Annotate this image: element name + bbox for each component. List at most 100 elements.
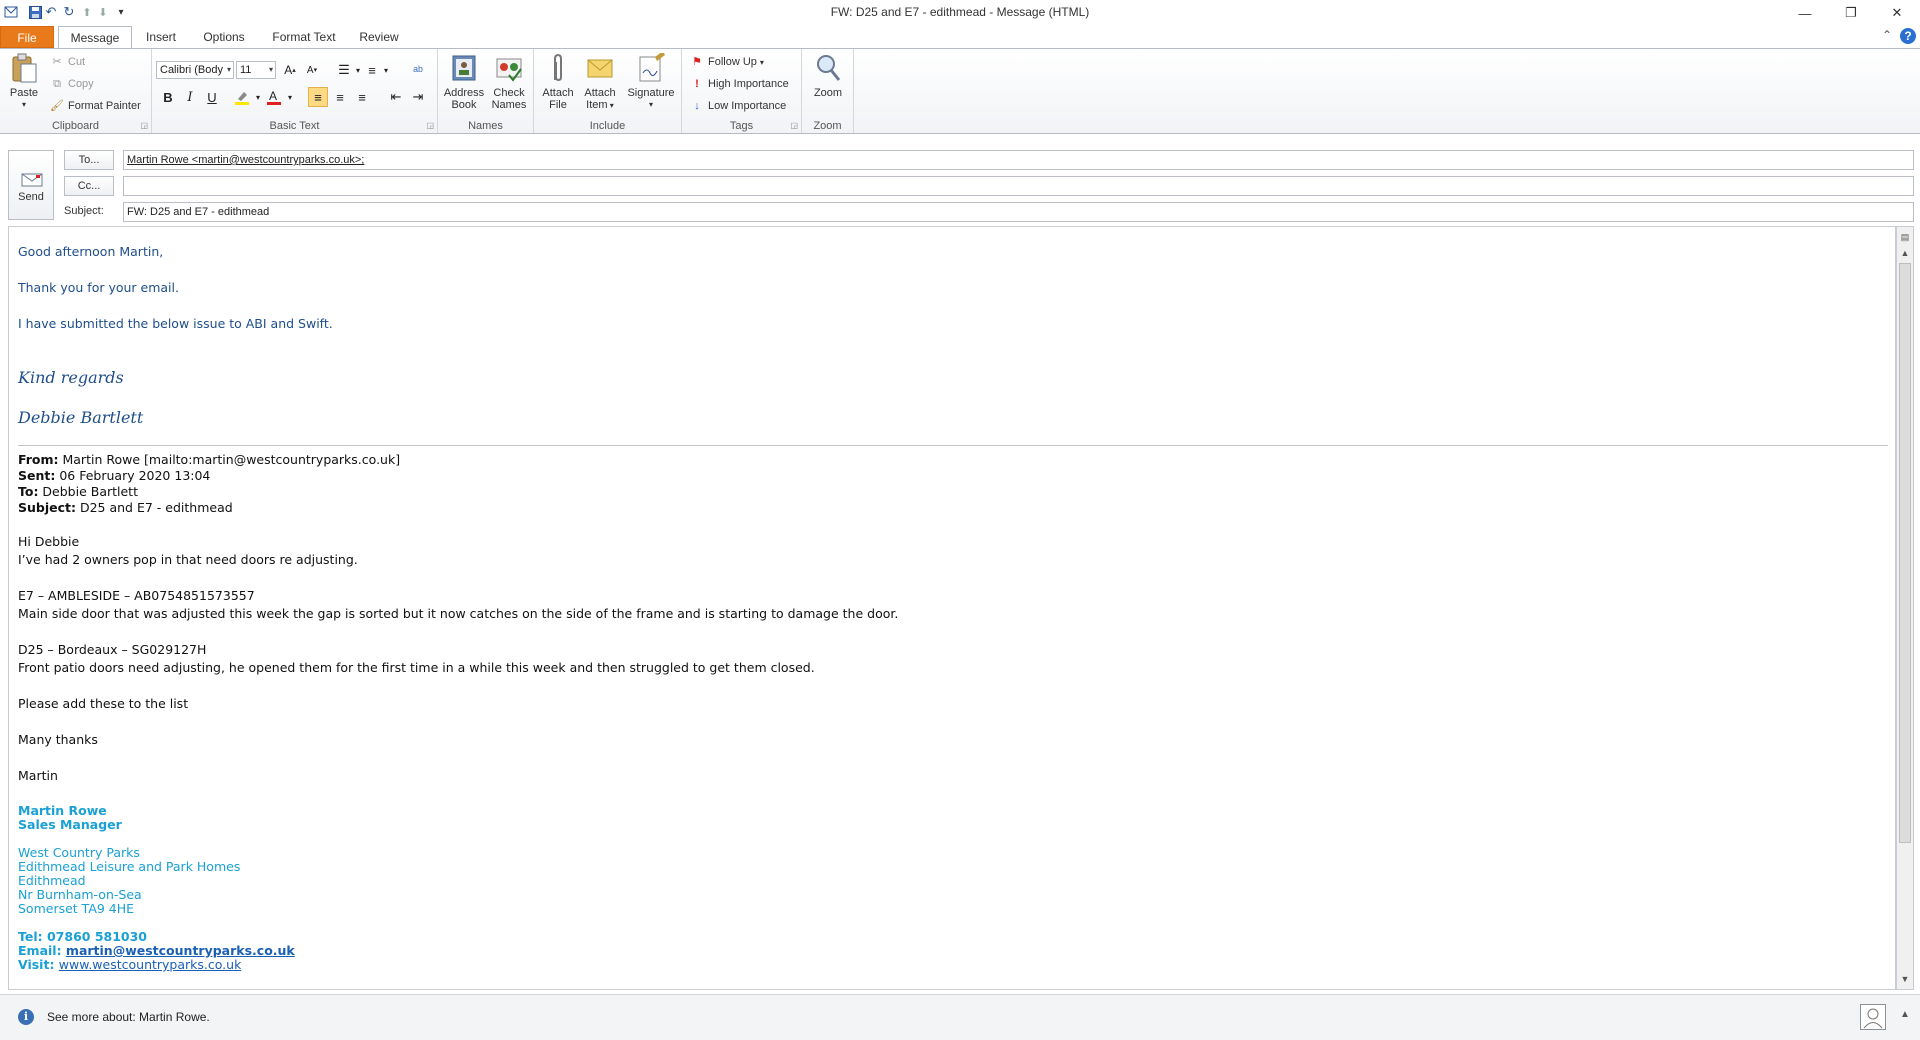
numbering-dropdown-icon[interactable]: ▾ (376, 60, 396, 80)
minimize-button[interactable]: — (1782, 0, 1828, 26)
martin-line: Martin (18, 768, 58, 783)
d25-title-line: D25 – Bordeaux – SG029127H (18, 642, 207, 657)
minimize-ribbon-icon[interactable]: ⌃ (1882, 28, 1892, 42)
scroll-thumb[interactable] (1899, 263, 1911, 843)
chevron-down-icon: ▾ (759, 57, 764, 67)
to-recipient[interactable]: Martin Rowe <martin@westcountryparks.co.… (127, 154, 364, 166)
attach-item-button[interactable]: Attach Item ▾ (580, 53, 620, 112)
help-icon[interactable]: ? (1900, 28, 1916, 44)
sender-name-line: Debbie Bartlett (18, 408, 144, 427)
copy-button[interactable]: ⧉ Copy (50, 75, 94, 93)
tags-launcher-icon[interactable]: ◲ (790, 121, 798, 130)
email-link[interactable]: martin@westcountryparks.co.uk (66, 943, 295, 958)
title-bar: ↶ ↻ ⬆ ⬇ ▾ FW: D25 and E7 - edithmead - M… (0, 0, 1920, 26)
address-book-button[interactable]: Address Book (442, 53, 486, 111)
email-label: Email: (18, 943, 66, 958)
cc-button[interactable]: Cc... (64, 176, 114, 196)
zoom-button[interactable]: Zoom (808, 53, 848, 99)
shrink-font-icon[interactable]: A ▾ (302, 60, 322, 80)
signature-park: Edithmead Leisure and Park Homes (18, 859, 241, 874)
to-field[interactable]: Martin Rowe <martin@westcountryparks.co.… (123, 150, 1914, 170)
tab-review[interactable]: Review (352, 26, 406, 48)
website-link[interactable]: www.westcountryparks.co.uk (59, 957, 242, 972)
send-button[interactable]: Send (8, 150, 54, 220)
attach-file-label-line1: Attach (542, 87, 574, 99)
scroll-down-icon[interactable]: ▼ (1897, 971, 1913, 987)
bold-icon[interactable]: B (158, 87, 178, 107)
low-importance-label: Low Importance (708, 100, 787, 112)
person-icon[interactable] (1860, 1004, 1886, 1030)
tags-group-label: Tags (729, 120, 754, 132)
tab-format-text[interactable]: Format Text (266, 26, 342, 48)
format-painter-button[interactable]: 🖌 Format Painter (50, 97, 141, 115)
font-name-select[interactable]: Calibri (Body ▾ (156, 61, 234, 79)
tel-value: 07860 581030 (46, 929, 148, 944)
cut-button[interactable]: ✂ Cut (50, 53, 85, 71)
fwd-from-line: From: Martin Rowe [mailto:martin@westcou… (18, 452, 400, 467)
decrease-indent-icon[interactable]: ⇤ (386, 87, 406, 107)
ribbon: Paste ▾ ✂ Cut ⧉ Copy 🖌 Format Painter Clipb… (0, 48, 1920, 134)
underline-icon[interactable]: U (202, 87, 222, 107)
paintbrush-icon: 🖌 (50, 100, 64, 112)
clipboard-launcher-icon[interactable]: ◲ (140, 121, 148, 130)
high-importance-icon: ! (695, 78, 699, 90)
paste-button[interactable]: Paste ▾ (6, 53, 42, 111)
align-center-icon[interactable]: ≡ (330, 87, 350, 107)
signature-icon (637, 51, 665, 83)
italic-icon[interactable]: I (180, 87, 200, 107)
owners-line: I’ve had 2 owners pop in that need doors… (18, 552, 358, 567)
chevron-down-icon: ▾ (226, 65, 231, 74)
tab-file[interactable]: File (0, 26, 54, 48)
see-more-about-text[interactable]: See more about: Martin Rowe. (47, 1010, 210, 1024)
fwd-subject-label: Subject: (18, 500, 76, 515)
zoom-label: Zoom (813, 87, 843, 99)
fwd-subject-line: Subject: D25 and E7 - edithmead (18, 500, 233, 515)
align-left-icon[interactable]: ≡ (308, 87, 328, 107)
forward-separator (18, 445, 1888, 446)
ruler-toggle-icon[interactable]: ▤ (1897, 229, 1913, 245)
paste-icon (10, 53, 38, 83)
font-color-dropdown-icon[interactable]: ▾ (280, 87, 300, 107)
check-names-button[interactable]: Check Names (488, 53, 530, 111)
scroll-up-icon[interactable]: ▲ (1897, 245, 1913, 261)
copy-label: Copy (68, 78, 94, 90)
check-names-label-line1: Check (493, 87, 525, 99)
tab-insert[interactable]: Insert (138, 26, 184, 48)
signature-button[interactable]: Signature ▾ (624, 51, 678, 111)
vertical-scrollbar[interactable]: ▤ ▲ ▼ (1896, 226, 1914, 990)
paste-dropdown-icon[interactable]: ▾ (6, 99, 42, 111)
envelope-icon (586, 53, 614, 83)
subject-label: Subject: (64, 205, 104, 217)
high-importance-button[interactable]: ! High Importance (690, 75, 789, 93)
styles-icon[interactable]: ᵃᵇ (408, 60, 428, 80)
cc-field[interactable] (123, 176, 1914, 196)
increase-indent-icon[interactable]: ⇥ (408, 87, 428, 107)
align-right-icon[interactable]: ≡ (352, 87, 372, 107)
paste-label: Paste (9, 87, 39, 99)
attach-file-button[interactable]: Attach File (538, 53, 578, 111)
close-button[interactable]: ✕ (1874, 0, 1920, 26)
basic-text-launcher-icon[interactable]: ◲ (426, 121, 434, 130)
copy-icon: ⧉ (53, 78, 61, 90)
signature-place: Edithmead (18, 873, 86, 888)
signature-tel: Tel: 07860 581030 (18, 929, 147, 944)
expand-people-pane-icon[interactable]: ▲ (1900, 1009, 1910, 1020)
follow-up-button[interactable]: ⚑ Follow Up ▾ (690, 53, 764, 71)
low-importance-icon: ↓ (694, 100, 700, 112)
names-group: Address Book Check Names Names (438, 49, 534, 133)
subject-field[interactable]: FW: D25 and E7 - edithmead (123, 202, 1914, 222)
please-add-line: Please add these to the list (18, 696, 189, 711)
tab-message[interactable]: Message (58, 26, 132, 49)
low-importance-button[interactable]: ↓ Low Importance (690, 97, 786, 115)
format-painter-label: Format Painter (68, 100, 141, 112)
fwd-sent-label: Sent: (18, 468, 56, 483)
grow-font-icon[interactable]: A ▴ (280, 60, 300, 80)
basic-text-group-label: Basic Text (269, 120, 320, 132)
tab-options[interactable]: Options (196, 26, 252, 48)
message-body[interactable]: Good afternoon Martin, Thank you for you… (8, 226, 1896, 990)
address-book-icon (450, 53, 478, 83)
to-button[interactable]: To... (64, 150, 114, 170)
send-envelope-icon (18, 173, 44, 187)
font-size-select[interactable]: 11 ▾ (236, 61, 276, 79)
restore-button[interactable]: ❐ (1828, 0, 1874, 26)
